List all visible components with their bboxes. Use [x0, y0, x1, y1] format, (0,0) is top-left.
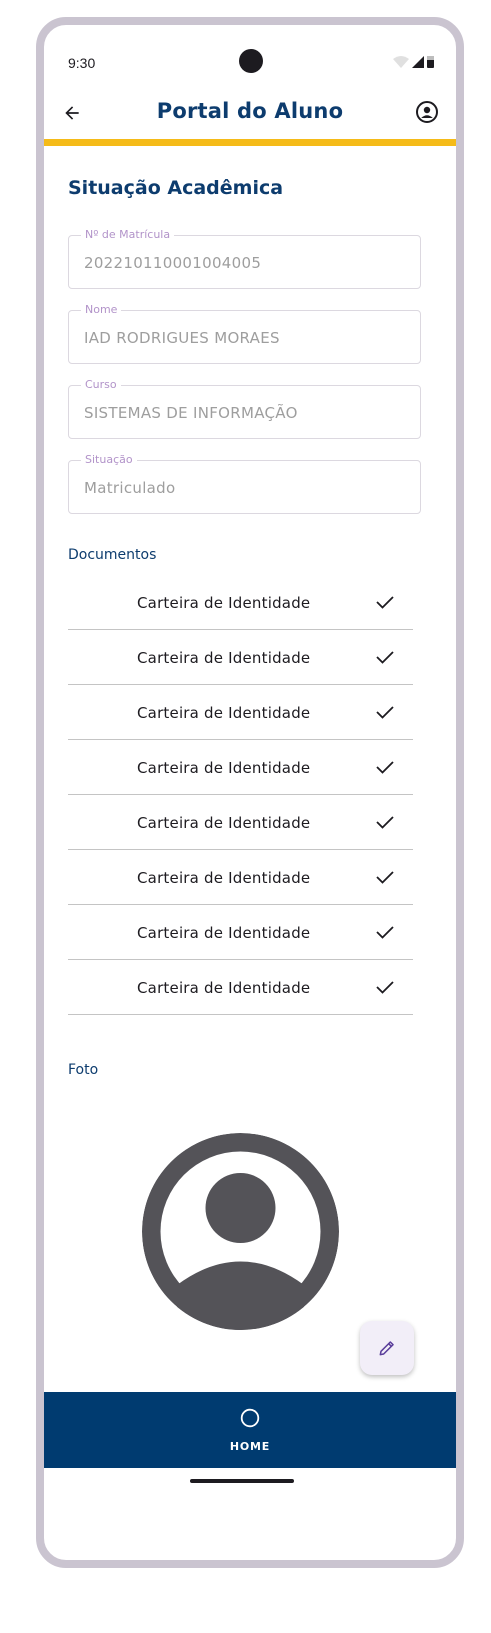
- field-label: Nome: [81, 303, 122, 316]
- page-title: Portal do Aluno: [156, 99, 344, 123]
- document-label: Carteira de Identidade: [137, 979, 311, 997]
- signal-icon: [412, 56, 424, 68]
- camera-cutout: [239, 49, 263, 73]
- nav-home-button[interactable]: HOME: [210, 1400, 290, 1460]
- document-label: Carteira de Identidade: [137, 704, 311, 722]
- phone-frame: 9:30 Portal do Aluno Situação Acadêmica …: [36, 17, 464, 1568]
- name-field[interactable]: Nome IAD RODRIGUES MORAES: [68, 303, 421, 364]
- list-item[interactable]: Carteira de Identidade: [68, 575, 413, 630]
- check-icon: [376, 651, 394, 664]
- field-value: SISTEMAS DE INFORMAÇÃO: [84, 404, 298, 422]
- accent-bar: [44, 139, 456, 146]
- person-placeholder-icon: [142, 1133, 339, 1330]
- section-title: Situação Acadêmica: [68, 177, 284, 199]
- document-label: Carteira de Identidade: [137, 649, 311, 667]
- status-bar: 9:30: [44, 25, 456, 85]
- wifi-icon: [393, 56, 409, 68]
- status-field[interactable]: Situação Matriculado: [68, 453, 421, 514]
- field-label: Situação: [81, 453, 137, 466]
- check-icon: [376, 761, 394, 774]
- account-circle-icon: [416, 101, 438, 123]
- check-icon: [376, 981, 394, 994]
- account-button[interactable]: [412, 97, 442, 127]
- document-label: Carteira de Identidade: [137, 814, 311, 832]
- list-item[interactable]: Carteira de Identidade: [68, 740, 413, 795]
- document-label: Carteira de Identidade: [137, 869, 311, 887]
- check-icon: [376, 816, 394, 829]
- check-icon: [376, 596, 394, 609]
- edit-fab-button[interactable]: [360, 1321, 414, 1375]
- list-item[interactable]: Carteira de Identidade: [68, 905, 413, 960]
- home-circle-icon: [240, 1408, 260, 1428]
- list-item[interactable]: Carteira de Identidade: [68, 850, 413, 905]
- check-icon: [376, 706, 394, 719]
- battery-icon: [427, 56, 434, 68]
- field-value: 202210110001004005: [84, 254, 262, 272]
- nav-home-label: HOME: [229, 1440, 271, 1453]
- app-bar: Portal do Aluno: [44, 85, 456, 141]
- gesture-bar[interactable]: [190, 1479, 294, 1483]
- document-label: Carteira de Identidade: [137, 594, 311, 612]
- field-label: Nº de Matrícula: [81, 228, 175, 241]
- list-item[interactable]: Carteira de Identidade: [68, 685, 413, 740]
- document-label: Carteira de Identidade: [137, 924, 311, 942]
- bottom-navigation: HOME: [44, 1392, 456, 1468]
- field-label: Curso: [81, 378, 121, 391]
- profile-photo: [142, 1133, 339, 1330]
- documents-list: Carteira de Identidade Carteira de Ident…: [68, 575, 413, 1015]
- registration-number-field[interactable]: Nº de Matrícula 202210110001004005: [68, 228, 421, 289]
- status-icons: [393, 56, 434, 68]
- document-label: Carteira de Identidade: [137, 759, 311, 777]
- field-value: IAD RODRIGUES MORAES: [84, 329, 280, 347]
- edit-pencil-icon: [379, 1341, 394, 1356]
- list-item[interactable]: Carteira de Identidade: [68, 795, 413, 850]
- list-item[interactable]: Carteira de Identidade: [68, 630, 413, 685]
- documents-heading: Documentos: [68, 547, 157, 563]
- field-value: Matriculado: [84, 479, 176, 497]
- course-field[interactable]: Curso SISTEMAS DE INFORMAÇÃO: [68, 378, 421, 439]
- status-time: 9:30: [68, 55, 96, 71]
- photo-heading: Foto: [68, 1062, 99, 1078]
- list-item[interactable]: Carteira de Identidade: [68, 960, 413, 1015]
- check-icon: [376, 871, 394, 884]
- check-icon: [376, 926, 394, 939]
